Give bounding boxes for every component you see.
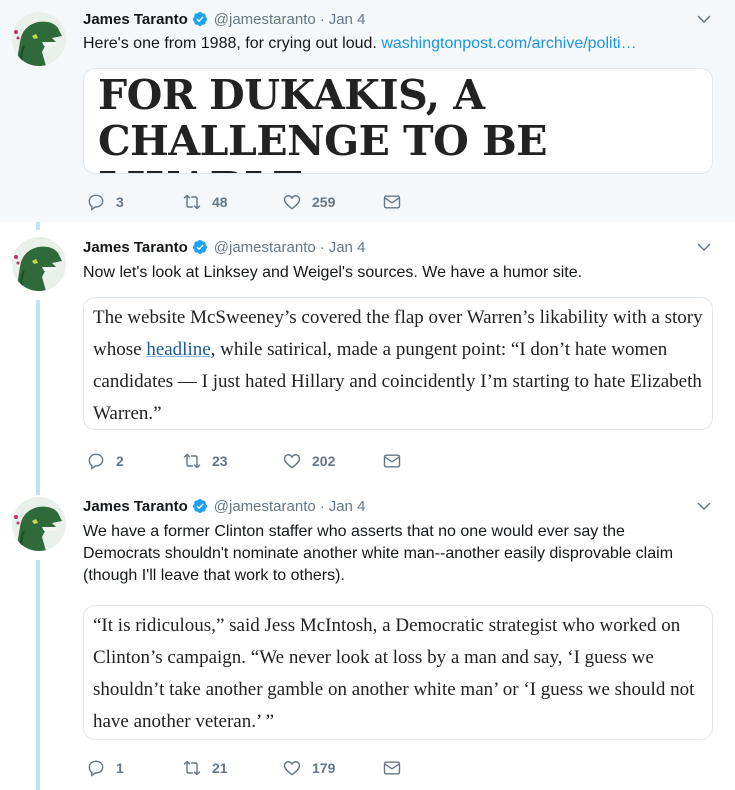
retweet-button[interactable]: 23 bbox=[182, 451, 282, 471]
tweet-date[interactable]: Jan 4 bbox=[329, 11, 366, 28]
chevron-down-icon[interactable] bbox=[695, 238, 713, 256]
verified-icon bbox=[192, 240, 207, 254]
quote-card[interactable]: “It is ridiculous,” said Jess McIntosh, … bbox=[83, 605, 713, 740]
dinosaur-avatar-icon bbox=[12, 497, 66, 551]
chevron-down-icon[interactable] bbox=[695, 10, 713, 28]
like-button[interactable]: 259 bbox=[282, 192, 382, 212]
reply-icon bbox=[88, 760, 104, 777]
author-handle[interactable]: @jamestaranto bbox=[214, 239, 316, 256]
dm-button[interactable] bbox=[382, 758, 402, 778]
reply-icon bbox=[88, 194, 104, 211]
avatar[interactable] bbox=[12, 497, 66, 551]
reply-count: 3 bbox=[116, 194, 124, 210]
retweet-icon bbox=[183, 760, 201, 776]
reply-button[interactable]: 1 bbox=[86, 758, 182, 778]
tweet-header: James Taranto @jamestaranto · Jan 4 bbox=[83, 495, 713, 517]
dm-icon bbox=[383, 195, 401, 209]
like-button[interactable]: 179 bbox=[282, 758, 382, 778]
verified-icon bbox=[192, 12, 207, 26]
tweet[interactable]: James Taranto @jamestaranto · Jan 4 Here… bbox=[0, 0, 735, 222]
tweet-link[interactable]: washingtonpost.com/archive/politi… bbox=[381, 35, 636, 52]
author-name[interactable]: James Taranto bbox=[83, 498, 188, 515]
like-icon bbox=[283, 195, 301, 210]
author-name[interactable]: James Taranto bbox=[83, 239, 188, 256]
tweet-actions: 2 23 202 bbox=[86, 450, 402, 472]
author-handle[interactable]: @jamestaranto bbox=[214, 498, 316, 515]
tweet-text: Now let's look at Linksey and Weigel's s… bbox=[83, 264, 583, 281]
reply-button[interactable]: 3 bbox=[86, 192, 182, 212]
dm-button[interactable] bbox=[382, 192, 402, 212]
like-count: 202 bbox=[312, 453, 336, 469]
author-name[interactable]: James Taranto bbox=[83, 11, 188, 28]
author-handle[interactable]: @jamestaranto bbox=[214, 11, 316, 28]
like-icon bbox=[283, 761, 301, 776]
dm-icon bbox=[383, 454, 401, 468]
tweet-text: We have a former Clinton staffer who ass… bbox=[83, 523, 674, 584]
retweet-icon bbox=[183, 194, 201, 210]
card-quote: “It is ridiculous,” said Jess McIntosh, … bbox=[93, 615, 695, 732]
retweet-button[interactable]: 21 bbox=[182, 758, 282, 778]
retweet-count: 48 bbox=[212, 194, 228, 210]
reply-icon bbox=[88, 453, 104, 470]
dm-icon bbox=[383, 761, 401, 775]
quote-card[interactable]: The website McSweeney’s covered the flap… bbox=[83, 297, 713, 430]
dinosaur-avatar-icon bbox=[12, 12, 66, 66]
retweet-count: 23 bbox=[212, 453, 228, 469]
reply-button[interactable]: 2 bbox=[86, 451, 182, 471]
tweet-header: James Taranto @jamestaranto · Jan 4 bbox=[83, 236, 713, 258]
like-button[interactable]: 202 bbox=[282, 451, 382, 471]
tweet-actions: 1 21 179 bbox=[86, 757, 402, 779]
tweet[interactable]: James Taranto @jamestaranto · Jan 4 Now … bbox=[0, 222, 735, 480]
card-quote: The website McSweeney’s covered the flap… bbox=[93, 307, 703, 424]
dm-button[interactable] bbox=[382, 451, 402, 471]
verified-icon bbox=[192, 499, 207, 513]
tweet[interactable]: James Taranto @jamestaranto · Jan 4 We h… bbox=[0, 480, 735, 790]
retweet-count: 21 bbox=[212, 760, 228, 776]
like-count: 259 bbox=[312, 194, 336, 210]
retweet-button[interactable]: 48 bbox=[182, 192, 282, 212]
tweet-date[interactable]: Jan 4 bbox=[329, 498, 366, 515]
tweet-text: Here's one from 1988, for crying out lou… bbox=[83, 35, 637, 52]
tweet-date[interactable]: Jan 4 bbox=[329, 239, 366, 256]
like-icon bbox=[283, 454, 301, 469]
avatar[interactable] bbox=[12, 12, 66, 66]
chevron-down-icon[interactable] bbox=[695, 497, 713, 515]
avatar[interactable] bbox=[12, 237, 66, 291]
retweet-icon bbox=[183, 453, 201, 469]
tweet-header: James Taranto @jamestaranto · Jan 4 bbox=[83, 8, 713, 30]
quote-link[interactable]: headline bbox=[146, 339, 210, 360]
dinosaur-avatar-icon bbox=[12, 237, 66, 291]
like-count: 179 bbox=[312, 760, 336, 776]
tweet-actions: 3 48 259 bbox=[86, 191, 402, 213]
headline-card[interactable]: FOR DUKAKIS, A CHALLENGE TO BE LIKABLE bbox=[83, 68, 713, 174]
card-headline: FOR DUKAKIS, A CHALLENGE TO BE LIKABLE bbox=[98, 71, 548, 173]
reply-count: 2 bbox=[116, 453, 124, 469]
reply-count: 1 bbox=[116, 760, 124, 776]
